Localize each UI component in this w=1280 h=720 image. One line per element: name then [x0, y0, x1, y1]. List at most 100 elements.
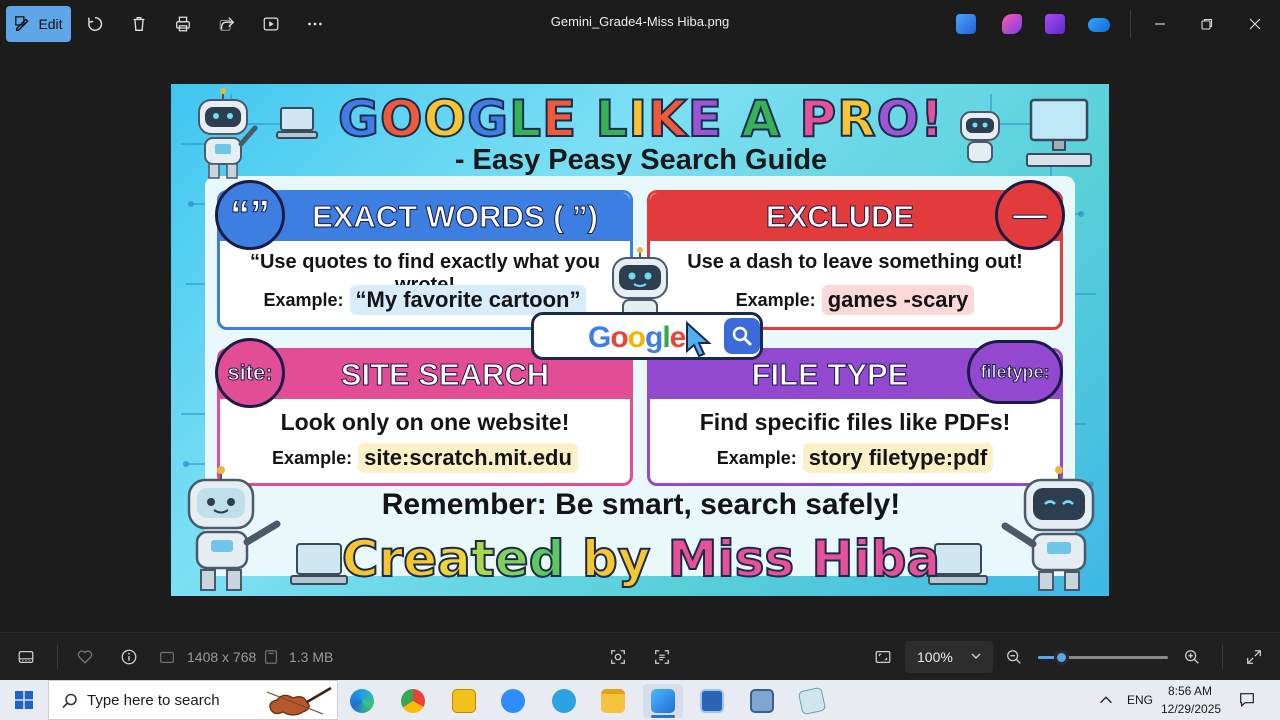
creator-letter: r — [378, 529, 405, 589]
remember-text: Remember: Be smart, search safely! — [381, 488, 901, 521]
more-icon[interactable] — [303, 12, 327, 36]
editor-icon[interactable] — [1045, 14, 1065, 34]
onedrive-icon[interactable] — [1088, 18, 1110, 32]
zoom-slider[interactable] — [1038, 650, 1168, 665]
headline-letter — [781, 90, 799, 148]
exclude-example: Example: games -scary — [650, 285, 1060, 315]
taskbar-app[interactable] — [742, 684, 782, 718]
creator-letter — [650, 530, 667, 588]
full-screen-icon[interactable] — [1243, 646, 1265, 668]
creator-letter: a — [905, 529, 941, 589]
search-icon — [62, 693, 77, 709]
taskbar-search-input[interactable]: Type here to search — [48, 680, 338, 720]
edit-button[interactable]: Edit — [6, 6, 71, 42]
file-type-title: FILE TYPE — [751, 357, 909, 393]
creator-letter: s — [763, 529, 795, 589]
poster-headline: GOOGLE LIKE A PRO! — [331, 89, 951, 149]
edit-icon — [15, 16, 29, 32]
notepad-icon — [797, 686, 827, 716]
taskbar-notepad[interactable] — [792, 684, 832, 718]
example-label: Example: — [735, 289, 816, 310]
share-icon[interactable] — [215, 12, 239, 36]
taskbar-pdf[interactable] — [444, 684, 484, 718]
taskbar-file-explorer[interactable] — [593, 684, 633, 718]
zoom-out-icon[interactable] — [1003, 646, 1025, 668]
delete-icon[interactable] — [127, 12, 151, 36]
windows-logo-icon — [15, 691, 33, 709]
creator-letter: C — [341, 529, 380, 589]
zoom-dropdown[interactable]: 100% — [905, 641, 993, 673]
creator-letter — [565, 530, 582, 588]
creator-letter: b — [870, 529, 908, 589]
file-size: 1.3 MB — [289, 649, 334, 665]
exclude-description: Use a dash to leave something out! — [687, 251, 1023, 273]
clock-date[interactable]: 12/29/2025 — [1161, 702, 1221, 716]
minimize-icon — [1155, 23, 1165, 25]
taskbar-telegram[interactable] — [544, 684, 584, 718]
clipchamp-icon[interactable] — [1002, 14, 1022, 34]
status-divider — [57, 645, 58, 669]
scan-text-icon[interactable] — [651, 646, 673, 668]
rotate-icon[interactable] — [83, 12, 107, 36]
app-icon — [700, 689, 724, 713]
robot-illustration — [1001, 466, 1095, 591]
example-value: games -scary — [821, 285, 975, 315]
toolbar-divider — [1130, 10, 1131, 38]
creator-letter: b — [581, 529, 619, 589]
taskbar-edge[interactable] — [342, 684, 382, 718]
image-dimensions: 1408 x 768 — [187, 649, 257, 665]
visual-search-icon[interactable] — [607, 646, 629, 668]
exact-words-example: Example: “My favorite cartoon” — [220, 285, 630, 315]
example-label: Example: — [263, 289, 344, 310]
language-indicator[interactable]: ENG — [1127, 693, 1153, 707]
file-title: Gemini_Grade4-Miss Hiba.png — [550, 14, 730, 29]
google-search-illustration: Google — [531, 312, 763, 360]
example-label: Example: — [716, 447, 797, 468]
close-button[interactable] — [1243, 12, 1267, 36]
chevron-up-icon[interactable] — [1095, 689, 1117, 711]
chevron-down-icon — [971, 653, 981, 659]
headline-letter: I — [627, 89, 649, 149]
status-bar: 1408 x 768 1.3 MB 100% — [0, 632, 1280, 680]
exclude-title: EXCLUDE — [765, 199, 915, 235]
quotes-badge: “” — [215, 180, 285, 250]
robot-illustration — [960, 111, 1000, 163]
headline-letter: A — [740, 89, 782, 149]
designer-icon[interactable] — [956, 14, 976, 34]
creator-letter: H — [811, 529, 855, 589]
slideshow-icon[interactable] — [259, 12, 283, 36]
notification-icon[interactable] — [1236, 689, 1258, 711]
image-canvas[interactable]: GOOGLE LIKE A PRO! - Easy Peasy Search G… — [171, 84, 1109, 596]
restore-button[interactable] — [1195, 12, 1219, 36]
zoom-icon — [501, 689, 525, 713]
info-icon[interactable] — [118, 646, 140, 668]
example-value: site:scratch.mit.edu — [358, 443, 578, 473]
close-icon — [1249, 18, 1261, 30]
robot-illustration — [187, 466, 281, 591]
taskbar-app[interactable] — [692, 684, 732, 718]
taskbar-photos[interactable] — [643, 684, 683, 718]
status-divider — [1222, 645, 1223, 669]
headline-letter: O — [379, 89, 424, 149]
example-value: “My favorite cartoon” — [349, 285, 587, 315]
zoom-in-icon[interactable] — [1181, 646, 1203, 668]
creator-credit: Created by Miss Hiba — [311, 529, 971, 589]
start-button[interactable] — [0, 680, 48, 720]
google-letter: e — [669, 321, 687, 354]
google-logo-text: Google — [588, 321, 687, 355]
taskbar-zoom[interactable] — [493, 684, 533, 718]
google-letter: o — [610, 321, 628, 354]
taskbar-chrome[interactable] — [393, 684, 433, 718]
edge-icon — [350, 689, 374, 713]
app-icon — [750, 689, 774, 713]
clock-time[interactable]: 8:56 AM — [1168, 684, 1212, 698]
zoom-slider-thumb[interactable] — [1054, 650, 1070, 665]
fit-to-window-icon[interactable] — [872, 646, 894, 668]
minimize-button[interactable] — [1148, 12, 1172, 36]
creator-letter: s — [734, 529, 766, 589]
filmstrip-icon[interactable] — [15, 646, 37, 668]
print-icon[interactable] — [171, 12, 195, 36]
creator-letter: M — [667, 529, 719, 589]
favorite-icon[interactable] — [74, 646, 96, 668]
cursor-icon — [686, 321, 712, 358]
